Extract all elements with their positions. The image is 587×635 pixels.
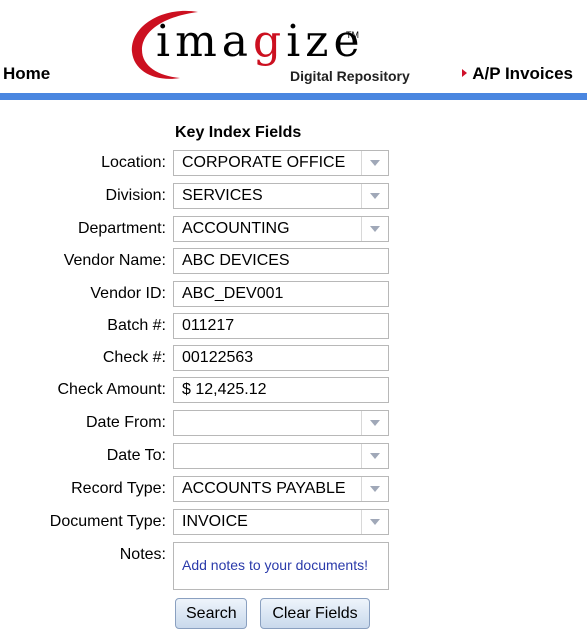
ap-invoices-label: A/P Invoices: [472, 64, 573, 83]
chevron-down-icon: [370, 486, 380, 492]
document-type-value: INVOICE: [182, 513, 248, 530]
batch-input[interactable]: 011217: [173, 313, 389, 339]
check-row: Check #: 00122563: [0, 345, 587, 373]
location-label: Location:: [101, 154, 166, 171]
vendor-name-row: Vendor Name: ABC DEVICES: [0, 248, 587, 276]
chevron-down-icon: [370, 420, 380, 426]
check-amount-input[interactable]: $ 12,425.12: [173, 377, 389, 403]
clear-fields-button[interactable]: Clear Fields: [260, 598, 370, 629]
division-label: Division:: [105, 187, 166, 204]
vendor-id-value: ABC_DEV001: [182, 285, 284, 302]
batch-label: Batch #:: [107, 317, 166, 334]
chevron-down-icon: [370, 453, 380, 459]
dropdown-button[interactable]: [361, 184, 388, 208]
department-value: ACCOUNTING: [182, 220, 290, 237]
dropdown-button[interactable]: [361, 217, 388, 241]
location-row: Location: CORPORATE OFFICE: [0, 150, 587, 178]
notes-textarea[interactable]: Add notes to your documents!: [173, 542, 389, 590]
vendor-name-value: ABC DEVICES: [182, 252, 290, 269]
logo-wordmark: imagize: [156, 16, 365, 67]
notes-label: Notes:: [119, 546, 166, 563]
chevron-down-icon: [370, 160, 380, 166]
department-label: Department:: [77, 220, 166, 237]
chevron-down-icon: [370, 226, 380, 232]
document-type-label: Document Type:: [49, 513, 166, 530]
logo-trademark: TM: [346, 30, 359, 40]
search-button[interactable]: Search: [175, 598, 247, 629]
location-select[interactable]: CORPORATE OFFICE: [173, 150, 389, 176]
location-value: CORPORATE OFFICE: [182, 154, 346, 171]
date-to-row: Date To:: [0, 443, 587, 471]
check-value: 00122563: [182, 349, 254, 366]
department-row: Department: ACCOUNTING: [0, 216, 587, 244]
logo-subtitle: Digital Repository: [290, 68, 410, 84]
department-select[interactable]: ACCOUNTING: [173, 216, 389, 242]
document-type-row: Document Type: INVOICE: [0, 509, 587, 537]
batch-value: 011217: [182, 317, 235, 334]
record-type-select[interactable]: ACCOUNTS PAYABLE: [173, 476, 389, 502]
chevron-down-icon: [370, 193, 380, 199]
ap-invoices-link[interactable]: A/P Invoices: [462, 64, 573, 84]
vendor-name-input[interactable]: ABC DEVICES: [173, 248, 389, 274]
dropdown-button[interactable]: [361, 477, 388, 501]
dropdown-button[interactable]: [361, 151, 388, 175]
check-label: Check #:: [102, 349, 166, 366]
date-to-label: Date To:: [106, 447, 166, 464]
batch-row: Batch #: 011217: [0, 313, 587, 341]
arrow-right-icon: [462, 68, 468, 77]
date-from-label: Date From:: [85, 414, 166, 431]
document-type-select[interactable]: INVOICE: [173, 509, 389, 535]
vendor-name-label: Vendor Name:: [63, 252, 166, 269]
record-type-row: Record Type: ACCOUNTS PAYABLE: [0, 476, 587, 504]
date-from-select[interactable]: [173, 410, 389, 436]
home-link[interactable]: Home: [3, 64, 50, 84]
date-to-select[interactable]: [173, 443, 389, 469]
section-title: Key Index Fields: [175, 124, 302, 141]
division-row: Division: SERVICES: [0, 183, 587, 211]
vendor-id-input[interactable]: ABC_DEV001: [173, 281, 389, 307]
chevron-down-icon: [370, 519, 380, 525]
header: Home imagize TM Digital Repository A/P I…: [0, 0, 587, 100]
dropdown-button[interactable]: [361, 510, 388, 534]
vendor-id-row: Vendor ID: ABC_DEV001: [0, 281, 587, 309]
header-divider-bar: [0, 93, 587, 100]
check-amount-value: $ 12,425.12: [182, 381, 267, 398]
check-amount-label: Check Amount:: [57, 381, 167, 398]
dropdown-button[interactable]: [361, 444, 388, 468]
record-type-label: Record Type:: [71, 480, 166, 497]
imagize-logo: imagize TM Digital Repository: [128, 6, 418, 86]
check-input[interactable]: 00122563: [173, 345, 389, 371]
dropdown-button[interactable]: [361, 411, 388, 435]
division-select[interactable]: SERVICES: [173, 183, 389, 209]
division-value: SERVICES: [182, 187, 263, 204]
vendor-id-label: Vendor ID:: [90, 285, 166, 302]
date-from-row: Date From:: [0, 410, 587, 438]
record-type-value: ACCOUNTS PAYABLE: [182, 480, 346, 497]
check-amount-row: Check Amount: $ 12,425.12: [0, 377, 587, 405]
